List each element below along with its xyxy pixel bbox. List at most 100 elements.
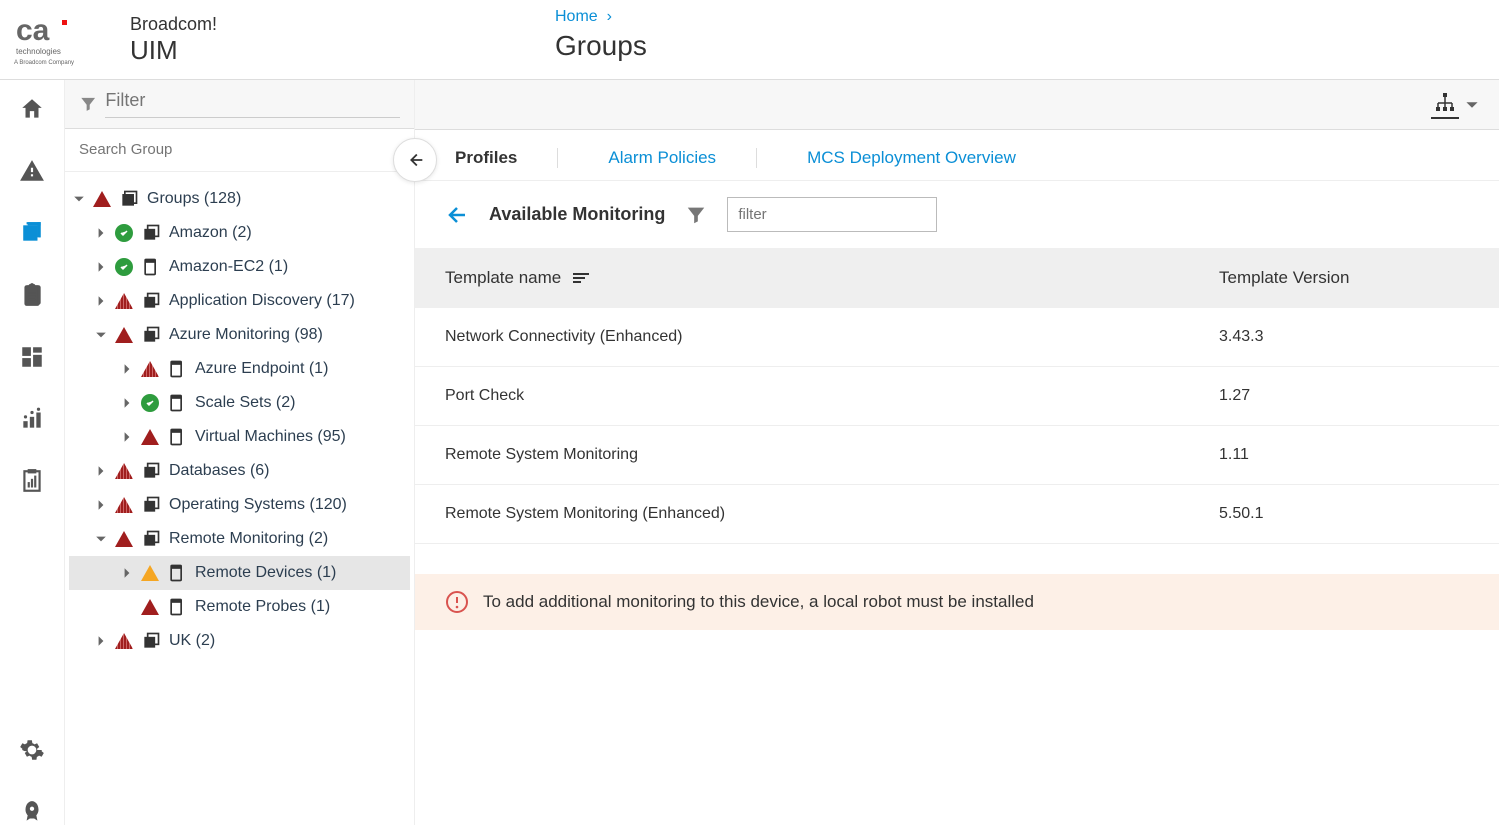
cell-template-name: Remote System Monitoring xyxy=(445,446,1219,464)
cell-template-version: 1.27 xyxy=(1219,387,1469,405)
stack-icon xyxy=(141,291,161,311)
tree-root[interactable]: Groups (128) xyxy=(69,182,410,216)
svg-text:A Broadcom Company: A Broadcom Company xyxy=(14,60,74,66)
tree-item[interactable]: Amazon (2) xyxy=(69,216,410,250)
tab-alarm-policies[interactable]: Alarm Policies xyxy=(598,148,757,168)
status-critical-stripe-icon xyxy=(115,463,133,479)
template-filter-input[interactable] xyxy=(727,197,937,232)
cell-template-version: 1.11 xyxy=(1219,446,1469,464)
main: Profiles Alarm Policies MCS Deployment O… xyxy=(415,80,1499,825)
caret-right-icon[interactable] xyxy=(121,397,133,409)
table-row[interactable]: Remote System Monitoring1.11 xyxy=(415,426,1499,485)
tree-item[interactable]: Remote Devices (1) xyxy=(69,556,410,590)
tree-item[interactable]: Scale Sets (2) xyxy=(69,386,410,420)
caret-right-icon[interactable] xyxy=(95,227,107,239)
alert-banner: To add additional monitoring to this dev… xyxy=(415,574,1499,630)
hierarchy-icon[interactable] xyxy=(1431,91,1459,119)
tab-mcs-overview[interactable]: MCS Deployment Overview xyxy=(797,148,1056,168)
cell-template-version: 3.43.3 xyxy=(1219,328,1469,346)
table-header: Template name Template Version xyxy=(415,248,1499,308)
tree-item[interactable]: Remote Probes (1) xyxy=(69,590,410,624)
status-critical-icon xyxy=(93,191,111,207)
report-icon[interactable] xyxy=(19,468,45,494)
breadcrumb-home[interactable]: Home › xyxy=(555,8,612,25)
caret-right-icon[interactable] xyxy=(121,431,133,443)
funnel-icon xyxy=(79,94,97,114)
dropdown-caret-icon[interactable] xyxy=(1465,98,1479,112)
caret-right-icon[interactable] xyxy=(95,465,107,477)
status-critical-stripe-icon xyxy=(115,633,133,649)
status-minor-icon xyxy=(141,565,159,581)
clipboard-icon[interactable] xyxy=(19,282,45,308)
caret-right-icon[interactable] xyxy=(121,567,133,579)
stack-icon xyxy=(141,325,161,345)
tree-panel: Groups (128) Amazon (2) Amazon-EC2 (1) App… xyxy=(65,80,415,825)
product-label: UIM xyxy=(130,35,217,66)
caret-down-icon[interactable] xyxy=(95,533,107,545)
cell-template-name: Port Check xyxy=(445,387,1219,405)
caret-right-icon[interactable] xyxy=(95,635,107,647)
caret-down-icon[interactable] xyxy=(95,329,107,341)
templates-table: Template name Template Version Network C… xyxy=(415,248,1499,544)
tree-item[interactable]: Azure Monitoring (98) xyxy=(69,318,410,352)
tree-item[interactable]: Virtual Machines (95) xyxy=(69,420,410,454)
tree-item[interactable]: Databases (6) xyxy=(69,454,410,488)
funnel-icon[interactable] xyxy=(685,204,707,226)
collapse-panel-button[interactable] xyxy=(393,138,437,182)
tree-item[interactable]: Remote Monitoring (2) xyxy=(69,522,410,556)
filter-input[interactable] xyxy=(105,90,400,118)
tree-item[interactable]: Amazon-EC2 (1) xyxy=(69,250,410,284)
header: ca technologies A Broadcom Company Broad… xyxy=(0,0,1499,80)
stack-icon xyxy=(141,461,161,481)
col-template-name[interactable]: Template name xyxy=(445,268,1219,288)
tree-item[interactable]: UK (2) xyxy=(69,624,410,658)
groups-icon[interactable] xyxy=(19,220,45,246)
tree-item-label: UK (2) xyxy=(169,632,215,650)
tree-item[interactable]: Azure Endpoint (1) xyxy=(69,352,410,386)
status-critical-icon xyxy=(141,429,159,445)
table-row[interactable]: Remote System Monitoring (Enhanced)5.50.… xyxy=(415,485,1499,544)
tree-item-label: Remote Devices (1) xyxy=(195,564,336,582)
device-icon xyxy=(167,597,187,617)
sub-title: Available Monitoring xyxy=(489,204,665,225)
tree: Groups (128) Amazon (2) Amazon-EC2 (1) App… xyxy=(65,172,414,825)
alert-text: To add additional monitoring to this dev… xyxy=(483,592,1034,612)
tree-item-label: Amazon (2) xyxy=(169,224,252,242)
status-critical-stripe-icon xyxy=(115,293,133,309)
caret-right-icon[interactable] xyxy=(121,363,133,375)
svg-text:ca: ca xyxy=(16,14,50,47)
stack-icon xyxy=(141,529,161,549)
device-icon xyxy=(167,427,187,447)
device-icon xyxy=(167,393,187,413)
svg-text:technologies: technologies xyxy=(16,47,61,56)
table-row[interactable]: Network Connectivity (Enhanced)3.43.3 xyxy=(415,308,1499,367)
stack-icon xyxy=(141,495,161,515)
tab-profiles[interactable]: Profiles xyxy=(445,148,558,168)
nav-rail xyxy=(0,80,65,825)
back-arrow-icon[interactable] xyxy=(445,203,469,227)
tree-item[interactable]: Operating Systems (120) xyxy=(69,488,410,522)
company-label: Broadcom! xyxy=(130,14,217,35)
status-ok-icon xyxy=(141,394,159,412)
ca-logo-icon: ca technologies A Broadcom Company xyxy=(12,10,102,70)
breadcrumb: Home › Groups xyxy=(555,8,647,62)
alerts-icon[interactable] xyxy=(19,158,45,184)
tree-item-label: Azure Monitoring (98) xyxy=(169,326,323,344)
caret-right-icon[interactable] xyxy=(95,295,107,307)
tree-item[interactable]: Application Discovery (17) xyxy=(69,284,410,318)
rocket-icon[interactable] xyxy=(19,799,45,825)
logo: ca technologies A Broadcom Company xyxy=(0,10,120,70)
main-top-bar xyxy=(415,80,1499,130)
table-row[interactable]: Port Check1.27 xyxy=(415,367,1499,426)
caret-right-icon[interactable] xyxy=(95,499,107,511)
search-group-input[interactable] xyxy=(79,141,400,158)
stack-icon xyxy=(141,631,161,651)
gear-icon[interactable] xyxy=(19,737,45,763)
tree-item-label: Application Discovery (17) xyxy=(169,292,355,310)
brand-block: Broadcom! UIM xyxy=(120,14,217,66)
home-icon[interactable] xyxy=(19,96,45,122)
col-template-version[interactable]: Template Version xyxy=(1219,268,1469,288)
chart-icon[interactable] xyxy=(19,406,45,432)
caret-right-icon[interactable] xyxy=(95,261,107,273)
dashboard-icon[interactable] xyxy=(19,344,45,370)
